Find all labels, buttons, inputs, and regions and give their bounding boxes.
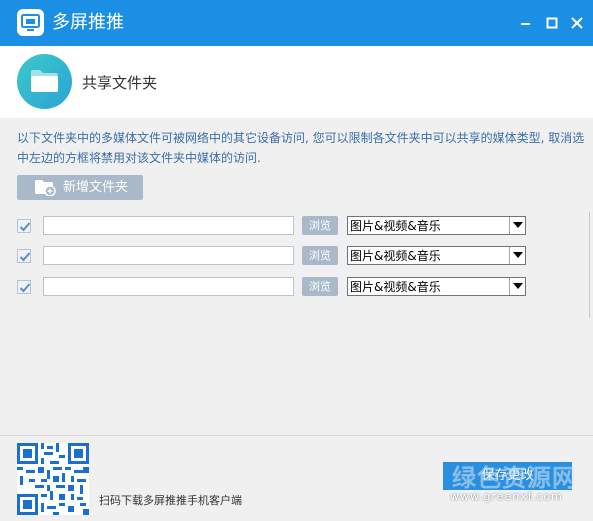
add-folder-button[interactable]: 新增文件夹 (17, 175, 143, 200)
cast-screen-icon (17, 9, 44, 36)
browse-button[interactable]: 浏览 (302, 216, 338, 235)
browse-button[interactable]: 浏览 (302, 277, 338, 296)
watermark-url: www.greenxf.com (450, 490, 563, 503)
close-icon[interactable] (568, 14, 586, 32)
folder-icon (17, 54, 72, 109)
save-button[interactable]: 保存更改 (443, 462, 572, 490)
chevron-down-icon[interactable] (509, 278, 525, 295)
folder-checkbox[interactable] (17, 249, 31, 263)
folder-row: 浏览 图片&视频&音乐 (0, 246, 593, 268)
chevron-down-icon[interactable] (509, 247, 525, 264)
media-type-select[interactable]: 图片&视频&音乐 (347, 216, 526, 235)
browse-button[interactable]: 浏览 (302, 246, 338, 265)
folder-checkbox[interactable] (17, 280, 31, 294)
folder-path-input[interactable] (43, 246, 294, 265)
add-folder-label: 新增文件夹 (63, 180, 129, 195)
title-bar: 多屏推推 (0, 0, 593, 46)
maximize-icon[interactable] (543, 14, 561, 32)
description-text: 以下文件夹中的多媒体文件可被网络中的其它设备访问, 您可以限制各文件夹中可以共享… (17, 131, 585, 165)
media-type-value: 图片&视频&音乐 (350, 219, 441, 233)
window-title: 多屏推推 (52, 12, 124, 33)
page-header: 共享文件夹 (0, 46, 593, 118)
folder-path-input[interactable] (43, 277, 294, 296)
page-title: 共享文件夹 (82, 74, 158, 92)
footer-divider (0, 435, 593, 436)
media-type-select[interactable]: 图片&视频&音乐 (347, 246, 526, 265)
media-type-value: 图片&视频&音乐 (350, 249, 441, 263)
folder-row: 浏览 图片&视频&音乐 (0, 277, 593, 299)
chevron-down-icon[interactable] (509, 217, 525, 234)
qr-code (17, 443, 89, 515)
media-type-value: 图片&视频&音乐 (350, 280, 441, 294)
list-scrollbar[interactable] (589, 212, 590, 318)
minimize-icon[interactable] (517, 14, 535, 32)
media-type-select[interactable]: 图片&视频&音乐 (347, 277, 526, 296)
qr-caption: 扫码下载多屏推推手机客户端 (99, 494, 242, 507)
folder-row: 浏览 图片&视频&音乐 (0, 216, 593, 238)
folder-path-input[interactable] (43, 216, 294, 235)
add-folder-icon (34, 179, 56, 200)
folder-checkbox[interactable] (17, 219, 31, 233)
